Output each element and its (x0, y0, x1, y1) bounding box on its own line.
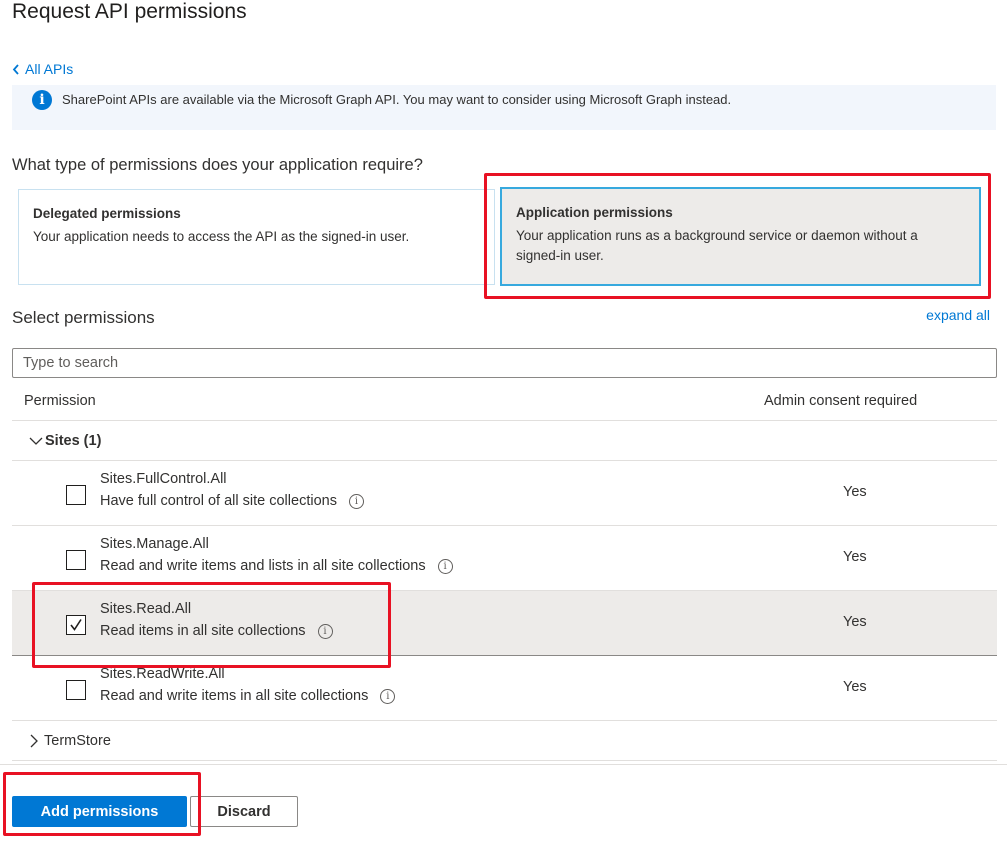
info-banner-text: SharePoint APIs are available via the Mi… (62, 92, 732, 107)
permissions-table-header: Permission Admin consent required (12, 381, 997, 421)
permission-name: Sites.ReadWrite.All (100, 666, 225, 682)
group-row-sites[interactable]: Sites (1) (12, 422, 997, 461)
permission-name: Sites.FullControl.All (100, 471, 227, 487)
expand-all-link[interactable]: expand all (926, 307, 990, 323)
delegated-permissions-card[interactable]: Delegated permissions Your application n… (18, 189, 495, 285)
checkbox-sites-fullcontrol-all[interactable] (66, 485, 86, 505)
delegated-permissions-title: Delegated permissions (33, 206, 181, 221)
select-permissions-title: Select permissions (12, 308, 155, 327)
column-header-admin-consent: Admin consent required (764, 393, 918, 409)
back-link-label: All APIs (25, 61, 74, 77)
page-title: Request API permissions (12, 0, 247, 23)
admin-consent-value: Yes (843, 614, 867, 630)
group-label-sites: Sites (1) (45, 433, 102, 449)
info-icon: i (32, 90, 52, 110)
group-label-termstore: TermStore (44, 732, 111, 749)
permission-search-input[interactable] (12, 348, 997, 378)
permission-description: Have full control of all site collection… (100, 493, 337, 509)
annotation-highlight-sites-read-all (32, 582, 391, 668)
permission-name: Sites.Manage.All (100, 536, 209, 552)
table-row: Sites.FullControl.All Have full control … (12, 461, 997, 526)
annotation-highlight-add-button (3, 772, 201, 836)
permission-description-wrap: Read and write items and lists in all si… (100, 558, 453, 574)
back-link-all-apis[interactable]: All APIs (12, 61, 73, 77)
checkbox-sites-readwrite-all[interactable] (66, 680, 86, 700)
admin-consent-value: Yes (843, 679, 867, 695)
annotation-highlight-application (484, 173, 991, 299)
permission-type-question: What type of permissions does your appli… (12, 156, 423, 174)
chevron-left-icon (12, 63, 19, 75)
permission-description: Read and write items in all site collect… (100, 688, 369, 704)
admin-consent-value: Yes (843, 484, 867, 500)
permission-description: Read and write items and lists in all si… (100, 558, 426, 574)
chevron-down-icon (29, 437, 43, 445)
info-banner: i SharePoint APIs are available via the … (12, 85, 996, 130)
chevron-right-icon (30, 734, 38, 747)
group-row-termstore[interactable]: TermStore (12, 721, 997, 761)
info-icon[interactable]: i (348, 493, 364, 509)
permission-description-wrap: Have full control of all site collection… (100, 493, 364, 509)
delegated-permissions-description: Your application needs to access the API… (33, 229, 410, 244)
admin-consent-value: Yes (843, 549, 867, 565)
discard-button[interactable]: Discard (190, 796, 298, 827)
info-icon[interactable]: i (380, 688, 396, 704)
permission-description-wrap: Read and write items in all site collect… (100, 688, 396, 704)
footer-divider (0, 764, 1007, 765)
column-header-permission: Permission (24, 393, 96, 409)
info-icon[interactable]: i (437, 558, 453, 574)
checkbox-sites-manage-all[interactable] (66, 550, 86, 570)
